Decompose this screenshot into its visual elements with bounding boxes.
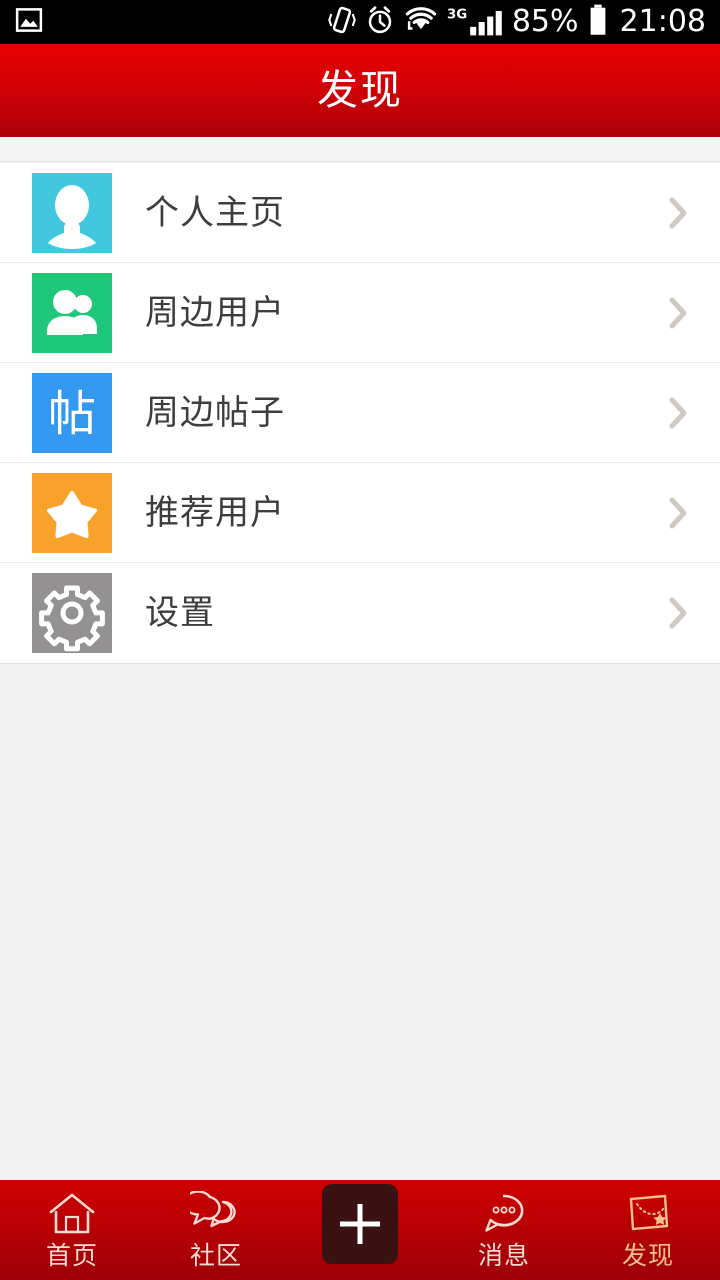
status-bar: 3G 85% 21:08: [0, 0, 720, 44]
list-item-label: 周边帖子: [145, 392, 285, 433]
plus-icon[interactable]: [322, 1184, 398, 1264]
status-bar-left: [14, 5, 44, 39]
tab-community[interactable]: 社区: [144, 1180, 288, 1280]
empty-content-area: [0, 664, 720, 1180]
list-item-nearby-posts[interactable]: 帖 周边帖子: [0, 363, 720, 463]
star-icon: [32, 472, 112, 553]
tab-home[interactable]: 首页: [0, 1180, 144, 1280]
tab-label: 社区: [189, 1241, 242, 1270]
people-icon: [32, 272, 112, 353]
tab-compose[interactable]: [288, 1180, 432, 1280]
page-header: 发现: [0, 44, 720, 137]
list-item-settings[interactable]: 设置: [0, 563, 720, 663]
discover-list: 个人主页 周边用户 帖 周边帖子 推荐用户 设置: [0, 163, 720, 664]
list-item-profile[interactable]: 个人主页: [0, 163, 720, 263]
discover-map-icon: [623, 1190, 673, 1238]
list-item-label: 推荐用户: [145, 492, 285, 533]
chevron-right-icon: [668, 295, 690, 331]
post-icon-glyph: 帖: [48, 386, 96, 442]
page-title: 发现: [317, 66, 403, 114]
alarm-icon: [365, 5, 395, 39]
status-bar-right: 3G 85% 21:08: [328, 4, 706, 40]
gear-icon: [32, 573, 112, 653]
bottom-tab-bar: 首页 社区 消息 发现: [0, 1180, 720, 1280]
chevron-right-icon: [668, 595, 690, 631]
wifi-icon: [404, 5, 438, 39]
list-item-recommended-users[interactable]: 推荐用户: [0, 463, 720, 563]
list-top-spacer: [0, 137, 720, 162]
community-bubbles-icon: [190, 1190, 242, 1238]
tab-messages[interactable]: 消息: [432, 1180, 576, 1280]
tab-label: 消息: [477, 1241, 530, 1270]
home-icon: [47, 1190, 97, 1238]
chevron-right-icon: [668, 195, 690, 231]
post-icon: 帖: [32, 372, 112, 453]
tab-label: 发现: [621, 1241, 674, 1270]
message-bubble-icon: [479, 1190, 529, 1238]
image-icon: [14, 5, 44, 39]
tab-label: 首页: [45, 1241, 98, 1270]
chevron-right-icon: [668, 495, 690, 531]
list-item-label: 个人主页: [145, 192, 285, 233]
list-item-label: 设置: [145, 593, 215, 633]
battery-icon: [588, 4, 608, 40]
person-icon: [32, 172, 112, 253]
battery-percent-label: 85%: [511, 4, 579, 39]
app-screen: 3G 85% 21:08 发现 个人主页 周边用户 帖 周边帖子 推荐用户 设置…: [0, 0, 720, 1280]
list-item-nearby-users[interactable]: 周边用户: [0, 263, 720, 363]
tab-discover[interactable]: 发现: [576, 1180, 720, 1280]
list-item-label: 周边用户: [145, 292, 285, 333]
vibrate-icon: [328, 5, 356, 39]
chevron-right-icon: [668, 395, 690, 431]
clock-label: 21:08: [619, 4, 706, 39]
signal-icon: 3G: [447, 6, 503, 38]
network-type-label: 3G: [447, 7, 467, 22]
